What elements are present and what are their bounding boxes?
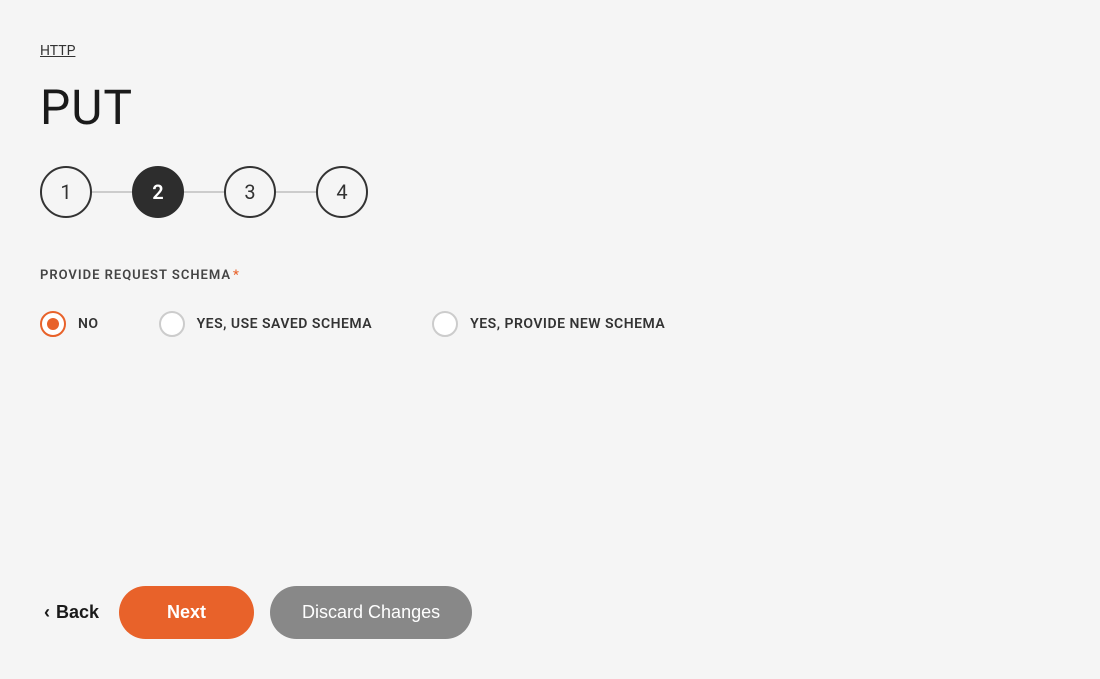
- step-3[interactable]: 3: [224, 166, 276, 218]
- back-label: Back: [56, 602, 99, 623]
- breadcrumb-link[interactable]: HTTP: [40, 43, 75, 59]
- radio-option-provide-new[interactable]: YES, PROVIDE NEW SCHEMA: [432, 311, 665, 337]
- step-4[interactable]: 4: [316, 166, 368, 218]
- section-label: PROVIDE REQUEST SCHEMA*: [40, 268, 1060, 283]
- button-row: ‹ Back Next Discard Changes: [40, 586, 472, 639]
- next-button[interactable]: Next: [119, 586, 254, 639]
- back-chevron-icon: ‹: [44, 602, 50, 623]
- step-2[interactable]: 2: [132, 166, 184, 218]
- step-connector-1: [92, 191, 132, 193]
- back-button[interactable]: ‹ Back: [40, 594, 103, 631]
- radio-option-use-saved[interactable]: YES, USE SAVED SCHEMA: [159, 311, 373, 337]
- step-connector-2: [184, 191, 224, 193]
- page-container: HTTP PUT 1 2 3 4 PROVIDE REQUEST SCHEMA*…: [0, 0, 1100, 679]
- stepper: 1 2 3 4: [40, 166, 1060, 218]
- step-1[interactable]: 1: [40, 166, 92, 218]
- page-title: PUT: [40, 79, 1060, 136]
- radio-label-provide-new: YES, PROVIDE NEW SCHEMA: [470, 316, 665, 332]
- radio-label-no: NO: [78, 316, 99, 332]
- discard-button[interactable]: Discard Changes: [270, 586, 472, 639]
- step-connector-3: [276, 191, 316, 193]
- radio-circle-provide-new[interactable]: [432, 311, 458, 337]
- radio-option-no[interactable]: NO: [40, 311, 99, 337]
- radio-circle-no[interactable]: [40, 311, 66, 337]
- radio-label-use-saved: YES, USE SAVED SCHEMA: [197, 316, 373, 332]
- radio-circle-use-saved[interactable]: [159, 311, 185, 337]
- required-star: *: [233, 268, 240, 283]
- radio-group: NO YES, USE SAVED SCHEMA YES, PROVIDE NE…: [40, 311, 1060, 337]
